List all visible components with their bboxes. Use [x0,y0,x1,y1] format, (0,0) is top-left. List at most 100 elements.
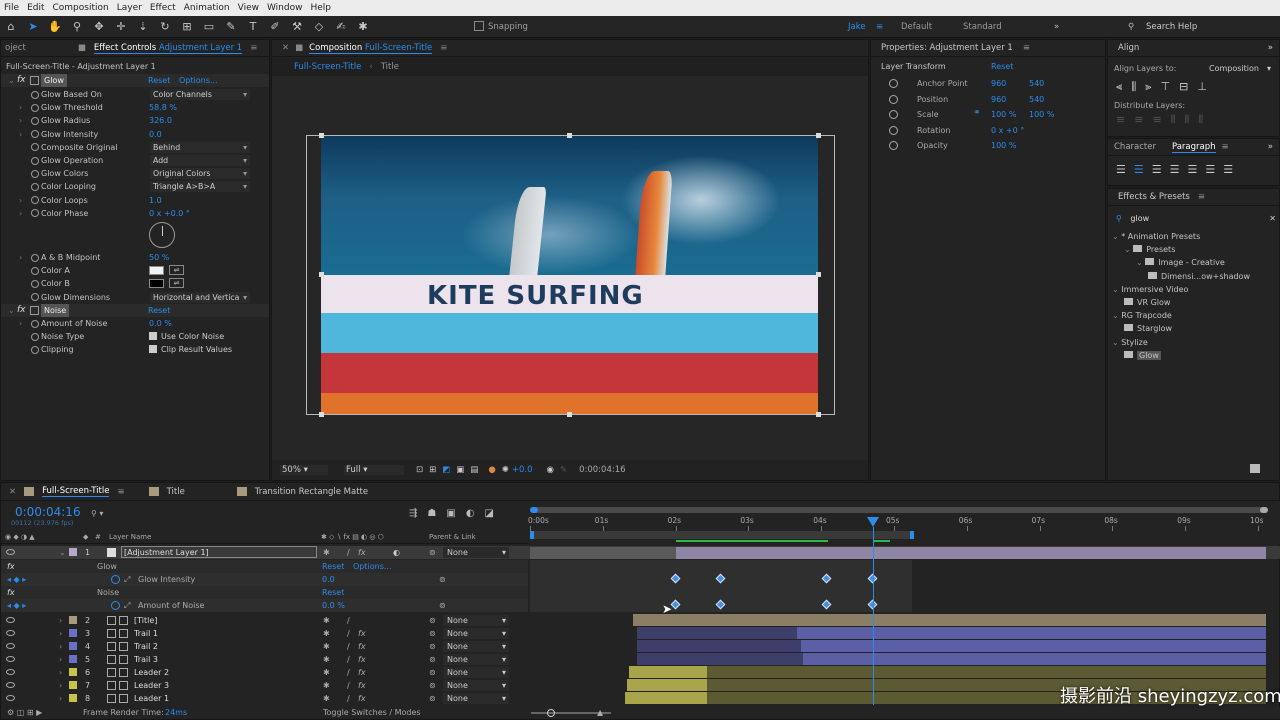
effect-group-row[interactable]: fx Glow Reset Options... [1,560,528,573]
new-folder-icon[interactable] [1250,464,1260,473]
parent-link-column[interactable]: Parent & Link [429,531,476,544]
fx-icon[interactable]: fx [17,304,26,317]
effect-property-row[interactable]: Composite Original Behind [1,141,269,154]
breadcrumb-title[interactable]: Title [381,62,399,72]
twirl-icon[interactable]: › [19,101,22,114]
shy-switch-icon[interactable]: ✱ [323,627,330,640]
twirl-icon[interactable]: › [19,128,22,141]
panel-close-icon[interactable]: ✕ [9,487,16,497]
preset-folder[interactable]: ⌄ * Animation Presets [1112,231,1200,243]
transform-value-2[interactable]: 540 [1029,77,1044,90]
justify-all-icon[interactable]: ☰ [1223,163,1233,176]
layer-name[interactable]: Leader 1 [134,692,169,705]
hand-tool-icon[interactable]: ✋ [48,20,62,34]
transform-handle[interactable] [816,133,821,138]
shy-switch-icon[interactable]: ✱ [323,679,330,692]
layer-duration-bar[interactable] [676,546,1266,559]
pen-tool-icon[interactable]: ✎ [224,20,238,34]
layer-duration-bar[interactable] [637,640,801,652]
layer-label-color[interactable] [69,668,77,676]
transform-value-2[interactable]: 540 [1029,93,1044,106]
shy-switch-icon[interactable]: ✱ [323,653,330,666]
transparency-grid-icon[interactable]: ▣ [456,465,464,475]
shy-switch-icon[interactable]: ✱ [323,692,330,705]
layer-name[interactable]: Trail 2 [134,640,158,653]
layer-duration-bar[interactable] [625,692,707,704]
align-text-center-icon[interactable]: ☰ [1134,163,1144,176]
transform-value-1[interactable]: 960 [991,93,1006,106]
show-snapshot-icon[interactable]: ✎ [560,465,567,475]
effect-property-value[interactable]: 326.0 [149,114,172,127]
effect-property-row[interactable]: Glow Operation Add [1,154,269,167]
zoom-slider-handle[interactable] [547,709,555,717]
visibility-eye-icon[interactable] [6,630,15,636]
workspace-jake[interactable]: Jake [848,16,866,38]
stopwatch-icon[interactable] [31,169,39,178]
layer-duration-bar[interactable] [629,666,707,678]
paragraph-tab[interactable]: Paragraph [1171,142,1216,153]
parent-dropdown[interactable]: None ▾ [443,693,509,704]
channel-icon[interactable]: ● [488,465,495,475]
effect-reset-link[interactable]: Reset [322,560,344,573]
menu-effect[interactable]: Effect [146,3,180,13]
stopwatch-icon[interactable] [31,116,39,125]
clone-stamp-tool-icon[interactable]: ⚒ [290,20,304,34]
visibility-eye-icon[interactable] [6,656,15,662]
puppet-tool-icon[interactable]: ✱ [356,20,370,34]
effect-group-row[interactable]: fx Noise Reset [1,586,528,599]
distribute-vcenter-icon[interactable]: ≡ [1134,113,1143,127]
stopwatch-icon[interactable] [31,209,39,218]
visibility-eye-icon[interactable] [6,682,15,688]
animated-property-row[interactable]: ◂ ◆ ▸ ⤢ Glow Intensity 0.0 ⊚ [1,573,528,586]
layer-label-color[interactable] [69,548,77,556]
panel-overflow-icon[interactable]: » [1268,43,1273,53]
shy-switch-icon[interactable]: ✱ [323,666,330,679]
draft-3d-icon[interactable]: ☗ [427,508,436,519]
twirl-icon[interactable]: ⌄ [59,546,66,559]
eyedropper-icon[interactable]: ⇌ [169,278,184,289]
search-help-input[interactable]: Search Help [1146,16,1197,38]
effect-property-row[interactable]: Noise Type Use Color Noise [1,330,269,343]
stopwatch-icon[interactable] [111,575,120,584]
effect-property-row[interactable]: Glow Colors Original Colors [1,167,269,180]
3d-view-icon[interactable]: ▤ [470,465,478,475]
stopwatch-icon[interactable] [31,279,39,288]
checkbox[interactable] [149,345,157,354]
effect-item[interactable]: VR Glow [1124,297,1170,309]
effect-property-value[interactable]: 0.0 [149,128,162,141]
preset-folder[interactable]: ⌄ Presets [1124,244,1175,256]
stopwatch-icon[interactable] [889,141,898,150]
effect-toggle-icon[interactable] [30,306,39,315]
resolution-dropdown[interactable]: Full ▾ [344,465,404,475]
visibility-eye-icon[interactable] [6,669,15,675]
layer-search-input[interactable]: ⚲ ▾ [91,509,311,521]
effect-item[interactable]: Starglow [1124,323,1172,335]
home-icon[interactable]: ⌂ [4,20,18,34]
effect-property-dropdown[interactable]: Add [150,155,250,166]
layer-name[interactable]: Trail 3 [134,653,158,666]
disclosure-icon[interactable]: ⌄ [1112,338,1121,347]
panel-menu-icon[interactable]: ≡ [1198,192,1205,202]
visibility-eye-icon[interactable] [6,643,15,649]
fx-switch-icon[interactable]: fx [358,679,366,692]
glow-effect-row[interactable]: ⌄ fx Glow Reset Options... [1,74,269,87]
stopwatch-icon[interactable] [31,156,39,165]
align-to-dropdown[interactable]: Composition ▾ [1206,63,1274,74]
checkbox[interactable] [149,332,157,341]
distribute-right-icon[interactable]: ⦀ [1198,113,1203,127]
roto-brush-tool-icon[interactable]: ✍ [334,20,348,34]
preset-folder[interactable]: ⌄ Immersive Video [1112,284,1188,296]
shy-switch-icon[interactable]: ✱ [323,614,330,627]
workspace-overflow-icon[interactable]: » [1054,16,1059,38]
transform-handle[interactable] [319,412,324,417]
keyframe-nav-icon[interactable]: ◂ ◆ ▸ [7,599,26,612]
panel-menu-icon[interactable]: ≡ [440,43,447,53]
menu-view[interactable]: View [234,3,263,13]
pan-behind-tool-icon[interactable]: ⊞ [180,20,194,34]
stopwatch-icon[interactable] [31,253,39,262]
layer-label-color[interactable] [69,642,77,650]
stopwatch-icon[interactable] [31,130,39,139]
panel-close-icon[interactable]: ■ [78,43,86,53]
transform-value-1[interactable]: 960 [991,77,1006,90]
effect-property-dropdown[interactable]: Behind [150,141,250,153]
